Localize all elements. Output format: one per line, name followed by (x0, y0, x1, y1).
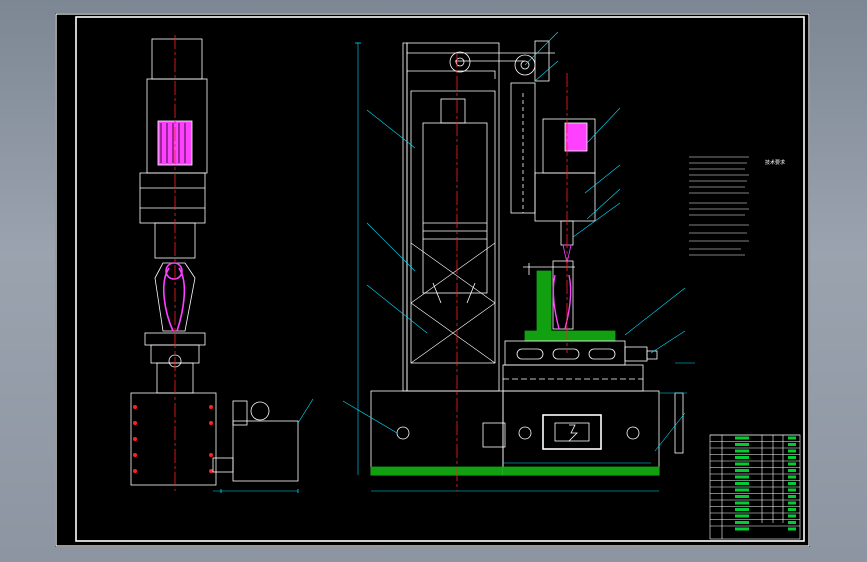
parts-cell (788, 456, 796, 459)
notes-title: 技术要求 (764, 160, 785, 166)
parts-cell (788, 436, 796, 440)
parts-cell (735, 443, 749, 446)
outer-frame (55, 13, 810, 547)
parts-cell (788, 469, 796, 472)
table-base (502, 390, 660, 476)
parts-cell (735, 514, 749, 518)
hydraulic-tank (232, 420, 299, 482)
parts-cell (788, 527, 796, 531)
parts-cell (735, 475, 749, 479)
parts-cell (735, 482, 749, 485)
parts-cell (788, 443, 796, 446)
control-panel-icon (542, 414, 602, 450)
parts-cell (735, 527, 749, 531)
parts-cell (788, 514, 796, 518)
gearbox (139, 172, 206, 224)
drawing-sheet: 技术要求 (55, 13, 810, 547)
bolt-hole-icon (396, 426, 410, 440)
parts-cell (735, 495, 749, 498)
work-table (504, 340, 626, 366)
parts-cell (788, 501, 796, 505)
parts-cell (788, 495, 796, 498)
parts-cell (735, 508, 749, 511)
leader-lines (342, 31, 686, 452)
spindle-head (534, 172, 596, 222)
parts-cell (735, 501, 749, 505)
parts-cell (735, 521, 749, 524)
parts-cell (735, 436, 749, 440)
side-view (130, 38, 314, 493)
column-inner (410, 90, 496, 364)
parts-cell (788, 475, 796, 479)
parts-cell (788, 488, 796, 492)
control-box (482, 422, 506, 448)
inner-frame (75, 16, 805, 542)
front-view (355, 40, 695, 492)
parts-list (709, 434, 801, 540)
fixture-base (524, 330, 616, 342)
support-bracket (536, 270, 552, 332)
pulley-icon (449, 51, 471, 73)
motor-icon (564, 122, 588, 152)
parts-cell (788, 482, 796, 485)
gauge-icon (250, 401, 270, 421)
parts-cell (735, 469, 749, 472)
column-skin (402, 42, 408, 392)
parts-cell (735, 488, 749, 492)
crank-pin (165, 262, 183, 280)
parts-cell (735, 449, 749, 453)
parts-cell (788, 508, 796, 511)
side-base (130, 392, 217, 486)
technical-notes: 技术要求 (743, 159, 807, 168)
motor-top-block (151, 38, 203, 80)
cylinder-cap (440, 98, 466, 124)
cad-drawing (55, 13, 810, 547)
parts-cell (788, 449, 796, 453)
technical-notes-lines (689, 156, 749, 256)
parts-cell (735, 456, 749, 459)
column (406, 42, 500, 392)
parts-cell (788, 462, 796, 466)
parts-cell (788, 521, 796, 524)
parts-cell (735, 462, 749, 466)
hydraulic-cylinder (422, 122, 488, 294)
